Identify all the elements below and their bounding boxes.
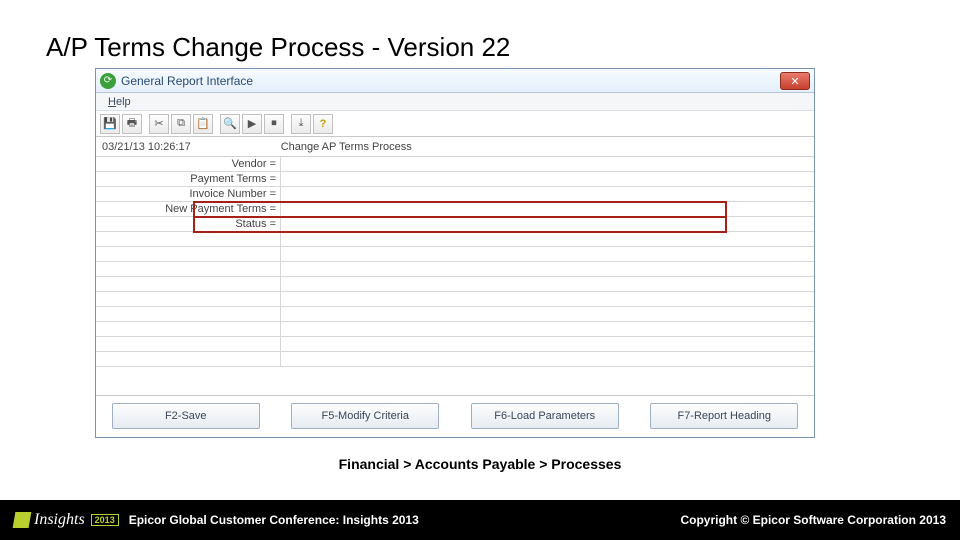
close-button[interactable]: ✕ [780,72,810,90]
window-title: General Report Interface [121,74,253,88]
app-window: ⟳ General Report Interface ✕ Help 💾 🖶 ✂ … [95,68,815,438]
report-heading-button[interactable]: F7-Report Heading [650,403,798,429]
menubar: Help [96,93,814,111]
app-icon: ⟳ [100,73,116,89]
field-row-status: Status = [96,217,814,232]
status-input[interactable] [281,217,814,231]
close-icon: ✕ [790,75,799,88]
field-label: Invoice Number = [96,187,281,201]
load-parameters-button[interactable]: F6-Load Parameters [471,403,619,429]
status-datetime: 03/21/13 10:26:17 [102,141,191,153]
status-process: Change AP Terms Process [281,141,412,153]
field-label: Status = [96,217,281,231]
modify-criteria-button[interactable]: F5-Modify Criteria [291,403,439,429]
field-label: New Payment Terms = [96,202,281,216]
toolbar-paste-icon[interactable]: 📋 [193,114,213,134]
field-row-invoice-number: Invoice Number = [96,187,814,202]
toolbar-export-icon[interactable]: ⤓ [291,114,311,134]
toolbar-help-icon[interactable]: ? [313,114,333,134]
toolbar: 💾 🖶 ✂ ⧉ 📋 🔍 ▶ ⏹ ⤓ ? [96,111,814,137]
field-row-new-payment-terms: New Payment Terms = [96,202,814,217]
slide-title: A/P Terms Change Process - Version 22 [46,32,510,63]
invoice-number-input[interactable] [281,187,814,201]
status-row: 03/21/13 10:26:17 Change AP Terms Proces… [96,137,814,157]
field-row-payment-terms: Payment Terms = [96,172,814,187]
vendor-input[interactable] [281,157,814,171]
logo-text: Insights [34,511,85,529]
toolbar-search-icon[interactable]: 🔍 [220,114,240,134]
button-bar: F2-Save F5-Modify Criteria F6-Load Param… [96,395,814,429]
logo-year: 2013 [91,514,119,526]
logo: Insights 2013 [14,511,119,529]
toolbar-save-icon[interactable]: 💾 [100,114,120,134]
footer-conference: Epicor Global Customer Conference: Insig… [129,513,419,527]
footer-copyright: Copyright © Epicor Software Corporation … [680,513,946,527]
payment-terms-input[interactable] [281,172,814,186]
toolbar-copy-icon[interactable]: ⧉ [171,114,191,134]
titlebar: ⟳ General Report Interface ✕ [96,69,814,93]
footer: Insights 2013 Epicor Global Customer Con… [0,500,960,540]
field-label: Payment Terms = [96,172,281,186]
logo-mark-icon [13,512,32,528]
toolbar-cut-icon[interactable]: ✂ [149,114,169,134]
field-row-vendor: Vendor = [96,157,814,172]
toolbar-run-icon[interactable]: ▶ [242,114,262,134]
toolbar-stop-icon[interactable]: ⏹ [264,114,284,134]
save-button[interactable]: F2-Save [112,403,260,429]
form-area: Vendor = Payment Terms = Invoice Number … [96,157,814,381]
new-payment-terms-input[interactable] [281,202,814,216]
menu-help[interactable]: Help [102,94,137,110]
breadcrumb: Financial > Accounts Payable > Processes [0,456,960,472]
field-label: Vendor = [96,157,281,171]
toolbar-print-icon[interactable]: 🖶 [122,114,142,134]
